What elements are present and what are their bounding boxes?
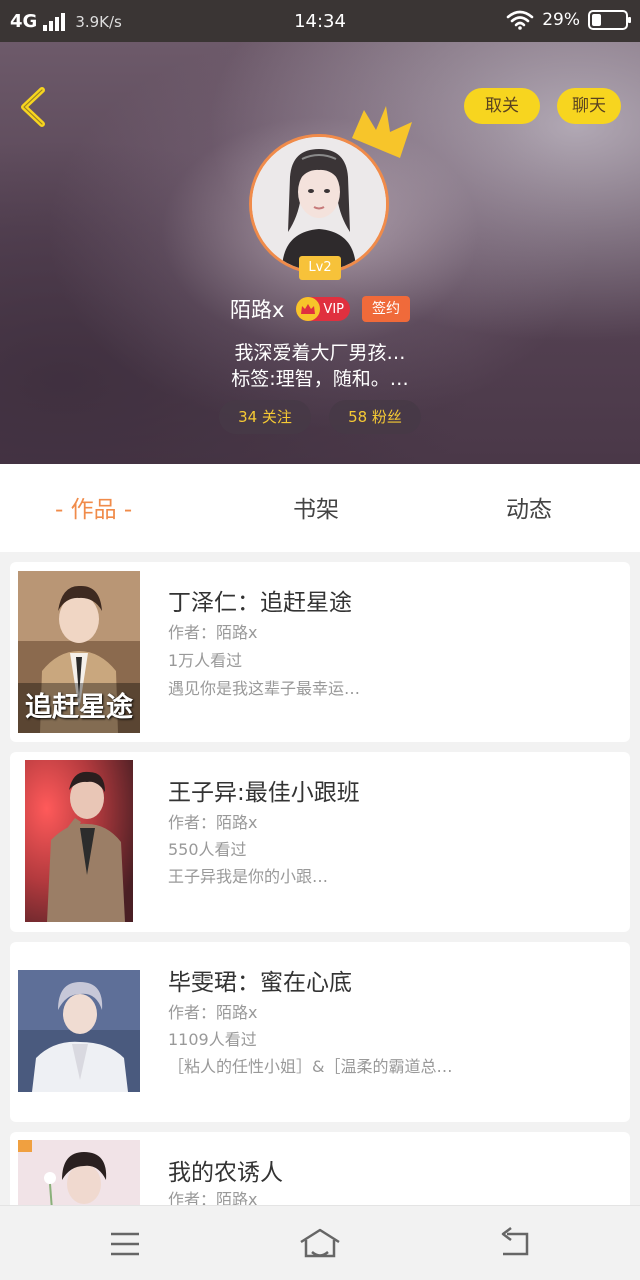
chat-button[interactable]: 聊天 [557, 88, 621, 124]
book-author: 作者：陌路x [168, 1190, 258, 1205]
profile-header: 取关 聊天 Lv2 陌路x VIP 签约 我深爱着大厂男孩… 标签:理智，随和。… [0, 42, 640, 464]
book-title: 王子异:最佳小跟班 [168, 780, 360, 806]
wifi-icon [506, 10, 534, 30]
book-card[interactable]: 我的农诱人 作者：陌路x [10, 1132, 630, 1205]
book-card[interactable]: 追赶星途 丁泽仁：追赶星途 作者：陌路x 1万人看过 遇见你是我这辈子最幸运… [10, 562, 630, 742]
book-author: 作者：陌路x [168, 623, 258, 642]
signed-badge: 签约 [362, 296, 410, 322]
system-nav-bar [0, 1205, 640, 1280]
tab-works[interactable]: - 作品 - [55, 490, 132, 524]
book-cover [25, 760, 133, 922]
vip-crown-icon [296, 297, 321, 321]
book-desc: 王子异我是你的小跟… [168, 867, 329, 886]
back-arrow-icon[interactable] [14, 84, 54, 130]
following-count[interactable]: 34 关注 [219, 400, 311, 434]
book-views: 1万人看过 [168, 651, 243, 670]
book-author: 作者：陌路x [168, 1003, 258, 1022]
book-views: 1109人看过 [168, 1030, 257, 1049]
tab-bar: - 作品 - 书架 动态 [0, 464, 640, 552]
book-author: 作者：陌路x [168, 813, 258, 832]
unfollow-button[interactable]: 取关 [464, 88, 540, 124]
book-card[interactable]: 毕雯珺：蜜在心底 作者：陌路x 1109人看过 ［粘人的任性小姐］&［温柔的霸道… [10, 942, 630, 1122]
book-title: 毕雯珺：蜜在心底 [168, 970, 352, 996]
crown-icon [352, 106, 412, 158]
book-cover: 追赶星途 [18, 571, 140, 733]
username: 陌路x [229, 298, 285, 322]
tags-text: 标签:理智，随和。… [231, 368, 409, 390]
level-badge: Lv2 [299, 256, 341, 280]
status-bar: 4G 3.9K/s 14:34 29% [0, 0, 640, 42]
back-icon[interactable] [495, 1226, 535, 1262]
book-views: 550人看过 [168, 840, 247, 859]
tab-feed[interactable]: 动态 [506, 490, 552, 524]
fans-count[interactable]: 58 粉丝 [329, 400, 421, 434]
cover-title: 追赶星途 [25, 692, 133, 723]
battery-percent: 29% [542, 10, 580, 30]
tab-bookshelf[interactable]: 书架 [293, 490, 339, 524]
book-cover [18, 970, 140, 1092]
book-title: 丁泽仁：追赶星途 [168, 590, 352, 616]
book-desc: 遇见你是我这辈子最幸运… [168, 679, 361, 698]
book-cover [18, 1140, 140, 1205]
book-title: 我的农诱人 [168, 1160, 283, 1186]
book-desc: ［粘人的任性小姐］&［温柔的霸道总… [168, 1057, 453, 1076]
vip-badge: VIP [296, 297, 350, 321]
bio-text: 我深爱着大厂男孩… [234, 342, 406, 364]
home-icon[interactable] [298, 1226, 342, 1262]
battery-icon [588, 10, 631, 30]
name-row: 陌路x VIP 签约 [0, 294, 640, 324]
vip-label: VIP [323, 301, 344, 317]
menu-icon[interactable] [105, 1226, 145, 1262]
status-right: 29% [506, 10, 631, 30]
book-card[interactable]: 王子异:最佳小跟班 作者：陌路x 550人看过 王子异我是你的小跟… [10, 752, 630, 932]
